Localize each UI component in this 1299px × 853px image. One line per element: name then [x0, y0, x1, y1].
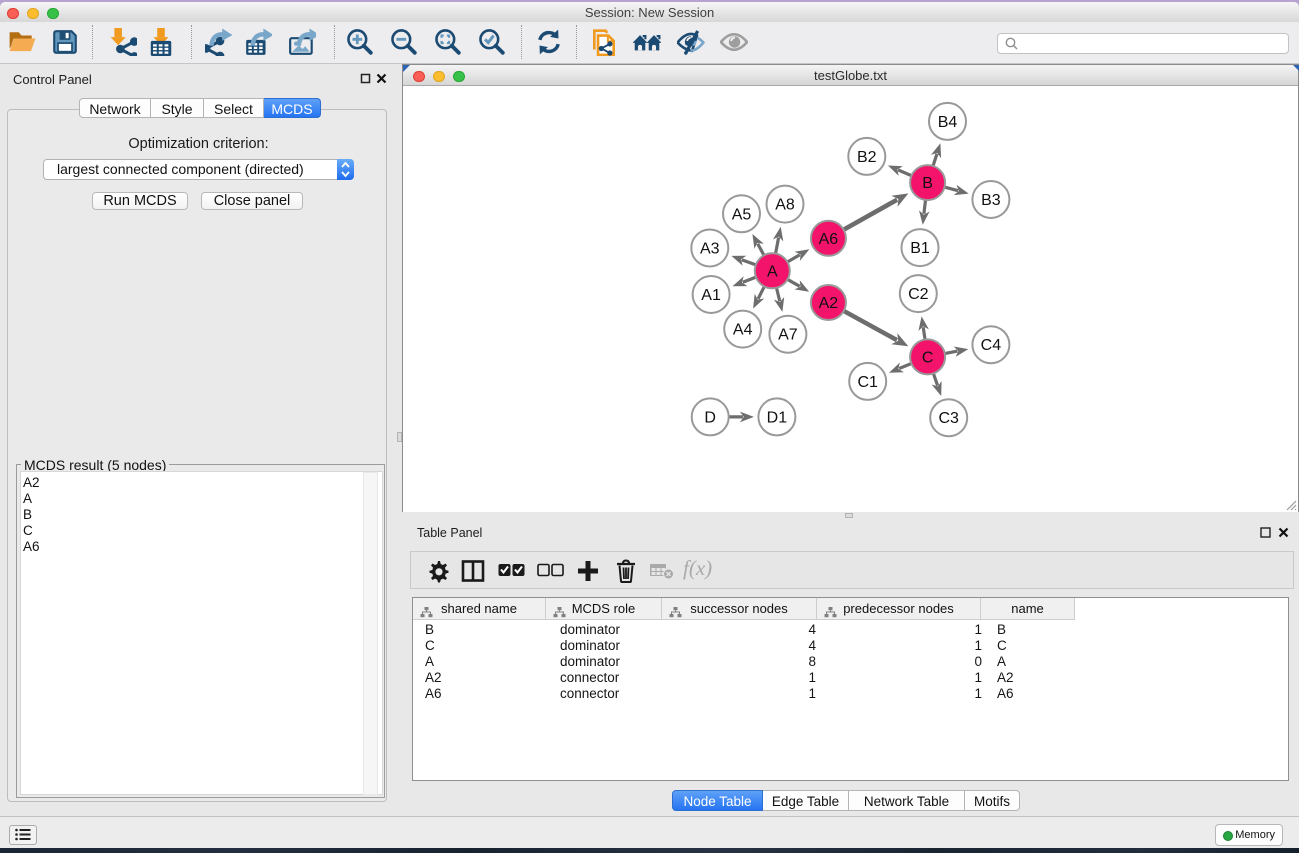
- svg-text:C: C: [922, 349, 934, 366]
- svg-text:A8: A8: [775, 197, 795, 214]
- svg-text:A: A: [767, 263, 778, 280]
- svg-text:C1: C1: [857, 374, 878, 391]
- svg-text:A4: A4: [733, 322, 753, 339]
- svg-text:B3: B3: [981, 192, 1001, 209]
- svg-text:D1: D1: [767, 409, 788, 426]
- svg-text:A1: A1: [701, 287, 721, 304]
- svg-text:A2: A2: [819, 295, 839, 312]
- svg-text:B1: B1: [910, 240, 930, 257]
- svg-text:C2: C2: [908, 286, 929, 303]
- svg-text:A5: A5: [732, 206, 752, 223]
- svg-text:A6: A6: [819, 231, 839, 248]
- svg-text:B: B: [922, 175, 933, 192]
- svg-text:C4: C4: [981, 337, 1002, 354]
- svg-text:D: D: [704, 409, 716, 426]
- svg-text:B4: B4: [938, 114, 958, 131]
- svg-text:A7: A7: [778, 327, 798, 344]
- svg-text:B2: B2: [857, 149, 877, 166]
- svg-text:A3: A3: [700, 241, 720, 258]
- svg-text:C3: C3: [938, 410, 959, 427]
